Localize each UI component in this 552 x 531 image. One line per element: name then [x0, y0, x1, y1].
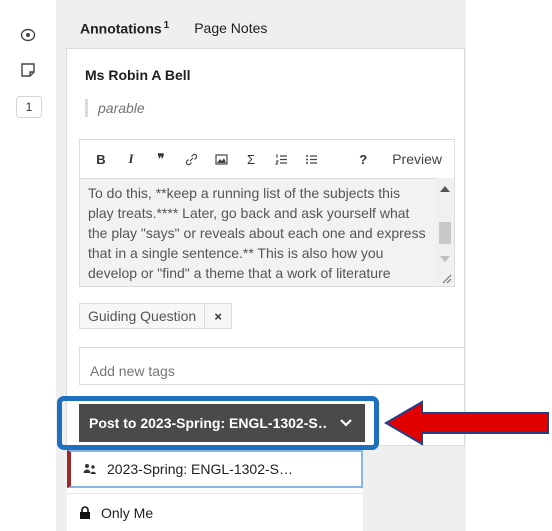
tag-label: Guiding Question: [80, 304, 206, 328]
markdown-editor: B I ❞ Σ ? Preview To do this, **keep a r…: [79, 139, 455, 287]
annotation-card: Ms Robin A Bell parable B I ❞ Σ ? Previe…: [66, 48, 465, 446]
red-arrow-pointer: [384, 400, 549, 446]
annotation-count-badge[interactable]: 1: [16, 96, 42, 118]
quote-button[interactable]: ❞: [154, 151, 168, 167]
annotation-screenshot: 1 Annotations 1 Page Notes Ms Robin A Bel…: [0, 0, 552, 531]
highlight-callout: [57, 396, 379, 450]
textarea-scrollbar[interactable]: [436, 178, 454, 286]
help-button[interactable]: ?: [356, 152, 370, 167]
image-icon[interactable]: [214, 153, 228, 166]
lock-icon: [80, 505, 90, 519]
scroll-down-arrow-icon[interactable]: [440, 256, 450, 262]
sidebar-tabs: Annotations 1 Page Notes: [80, 20, 267, 37]
annotation-author[interactable]: Ms Robin A Bell: [85, 67, 191, 83]
eye-icon[interactable]: [15, 22, 41, 48]
dropdown-item-label: 2023-Spring: ENGL-1302-S…: [107, 461, 293, 477]
tag-remove-button[interactable]: ×: [205, 304, 231, 328]
italic-button[interactable]: I: [124, 151, 138, 167]
dropdown-item-only-me[interactable]: Only Me: [67, 493, 363, 531]
numbered-list-icon[interactable]: [274, 153, 288, 166]
link-icon[interactable]: [184, 153, 198, 166]
annotation-textarea[interactable]: To do this, **keep a running list of the…: [80, 178, 454, 286]
dropdown-item-label: Only Me: [101, 504, 154, 521]
annotation-quote: parable: [85, 99, 145, 117]
tab-annotations-label: Annotations: [80, 20, 162, 37]
tag-chip: Guiding Question ×: [79, 303, 233, 329]
resize-handle-icon[interactable]: [440, 272, 452, 284]
preview-button[interactable]: Preview: [392, 151, 442, 167]
page-note-icon[interactable]: [15, 57, 41, 83]
tab-annotations-count: 1: [163, 20, 170, 31]
dropdown-item-group[interactable]: 2023-Spring: ENGL-1302-S…: [67, 450, 363, 488]
math-button[interactable]: Σ: [244, 152, 258, 167]
tab-annotations[interactable]: Annotations 1: [80, 20, 169, 37]
editor-toolbar: B I ❞ Σ ? Preview: [80, 140, 454, 178]
scroll-up-arrow-icon[interactable]: [440, 186, 450, 192]
sidebar-toolbar: 1: [0, 0, 56, 531]
bold-button[interactable]: B: [94, 152, 108, 167]
add-tags-input[interactable]: [79, 347, 465, 385]
scroll-thumb[interactable]: [439, 222, 451, 244]
group-icon: [83, 464, 96, 474]
privacy-dropdown-menu: 2023-Spring: ENGL-1302-S… Only Me: [67, 450, 363, 531]
tab-page-notes[interactable]: Page Notes: [194, 20, 267, 37]
bullet-list-icon[interactable]: [304, 153, 318, 166]
